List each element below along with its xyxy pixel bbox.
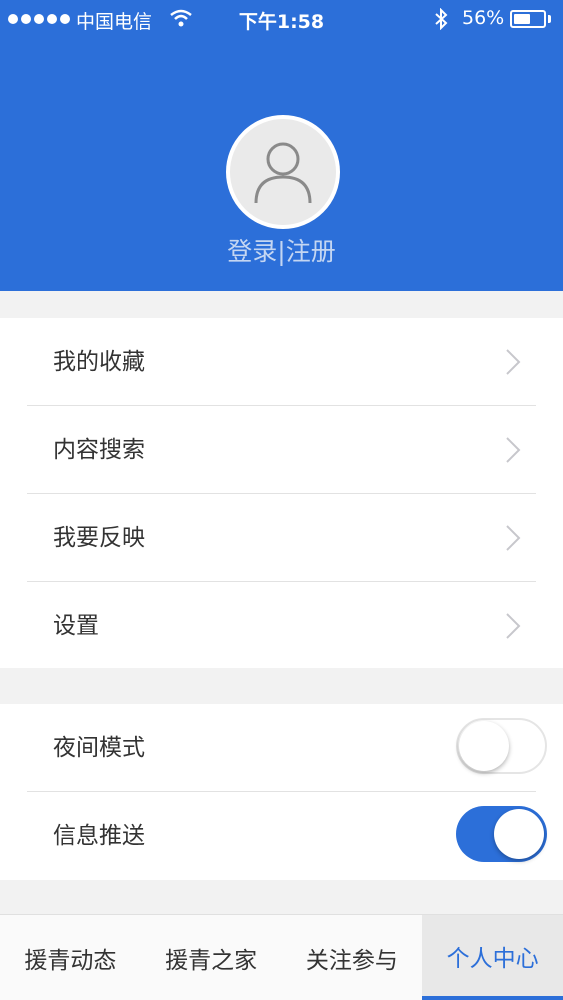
login-register-link[interactable]: 登录|注册 bbox=[0, 232, 563, 268]
menu-item-label: 我要反映 bbox=[53, 525, 145, 551]
push-notification-toggle[interactable] bbox=[456, 806, 547, 862]
menu-item-feedback[interactable]: 我要反映 bbox=[0, 494, 563, 582]
bottom-tab-bar: 援青动态 援青之家 关注参与 个人中心 bbox=[0, 914, 563, 1000]
tab-personal-center[interactable]: 个人中心 bbox=[422, 915, 563, 1000]
night-mode-label: 夜间模式 bbox=[53, 735, 145, 761]
tab-aid-news[interactable]: 援青动态 bbox=[0, 915, 141, 1000]
menu-item-label: 设置 bbox=[53, 613, 99, 639]
menu-item-favorites[interactable]: 我的收藏 bbox=[0, 318, 563, 406]
menu-item-search[interactable]: 内容搜索 bbox=[0, 406, 563, 494]
profile-header: 中国电信 下午1:58 56% 登录|注册 bbox=[0, 0, 563, 291]
push-notification-row: 信息推送 bbox=[0, 792, 563, 880]
menu-group: 我的收藏 内容搜索 我要反映 设置 bbox=[0, 318, 563, 668]
user-icon bbox=[254, 142, 312, 204]
battery-icon bbox=[510, 10, 546, 28]
status-bar: 中国电信 下午1:58 56% bbox=[0, 0, 563, 40]
toggle-knob bbox=[494, 809, 544, 859]
toggle-knob bbox=[459, 721, 509, 771]
menu-item-label: 内容搜索 bbox=[53, 437, 145, 463]
settings-group: 夜间模式 信息推送 bbox=[0, 704, 563, 880]
chevron-right-icon bbox=[506, 525, 521, 551]
menu-item-label: 我的收藏 bbox=[53, 349, 145, 375]
avatar[interactable] bbox=[226, 115, 340, 229]
night-mode-toggle[interactable] bbox=[456, 718, 547, 774]
tab-aid-home[interactable]: 援青之家 bbox=[141, 915, 282, 1000]
night-mode-row: 夜间模式 bbox=[0, 704, 563, 792]
chevron-right-icon bbox=[506, 349, 521, 375]
menu-item-settings[interactable]: 设置 bbox=[0, 582, 563, 670]
chevron-right-icon bbox=[506, 613, 521, 639]
battery-percent: 56% bbox=[462, 7, 505, 29]
tab-participate[interactable]: 关注参与 bbox=[282, 915, 423, 1000]
bluetooth-icon bbox=[434, 7, 448, 35]
chevron-right-icon bbox=[506, 437, 521, 463]
push-notification-label: 信息推送 bbox=[53, 823, 145, 849]
battery-tip bbox=[548, 15, 551, 23]
